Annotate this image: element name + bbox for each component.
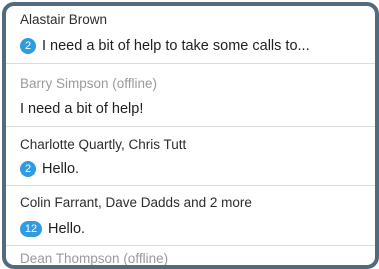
conversation-item[interactable]: Dean Thompson (offline): [6, 247, 375, 266]
last-message: I need a bit of help!: [20, 101, 144, 117]
conversation-item[interactable]: Colin Farrant, Dave Dadds and 2 more 12 …: [6, 187, 375, 246]
conversation-participants: Dean Thompson (offline): [20, 251, 169, 266]
last-message: Hello.: [48, 221, 86, 237]
unread-count-badge: 12: [20, 221, 42, 237]
conversation-preview: 2 I need a bit of help to take some call…: [20, 38, 310, 54]
conversation-item[interactable]: Alastair Brown 2 I need a bit of help to…: [6, 6, 375, 64]
last-message: Hello.: [42, 161, 80, 177]
conversation-item[interactable]: Barry Simpson (offline) I need a bit of …: [6, 65, 375, 127]
conversation-participants: Colin Farrant, Dave Dadds and 2 more: [20, 195, 252, 210]
unread-count-badge: 2: [20, 161, 36, 177]
conversation-participants: Charlotte Quartly, Chris Tutt: [20, 137, 187, 152]
conversation-list-panel: Alastair Brown 2 I need a bit of help to…: [2, 2, 379, 269]
conversation-participants: Alastair Brown: [20, 12, 108, 27]
conversation-preview: 12 Hello.: [20, 221, 85, 237]
conversation-preview: I need a bit of help!: [20, 101, 143, 117]
last-message: I need a bit of help to take some calls …: [42, 38, 310, 54]
conversation-participants: Barry Simpson (offline): [20, 76, 158, 91]
unread-count-badge: 2: [20, 38, 36, 54]
conversation-preview: 2 Hello.: [20, 161, 79, 177]
conversation-item[interactable]: Charlotte Quartly, Chris Tutt 2 Hello.: [6, 128, 375, 186]
